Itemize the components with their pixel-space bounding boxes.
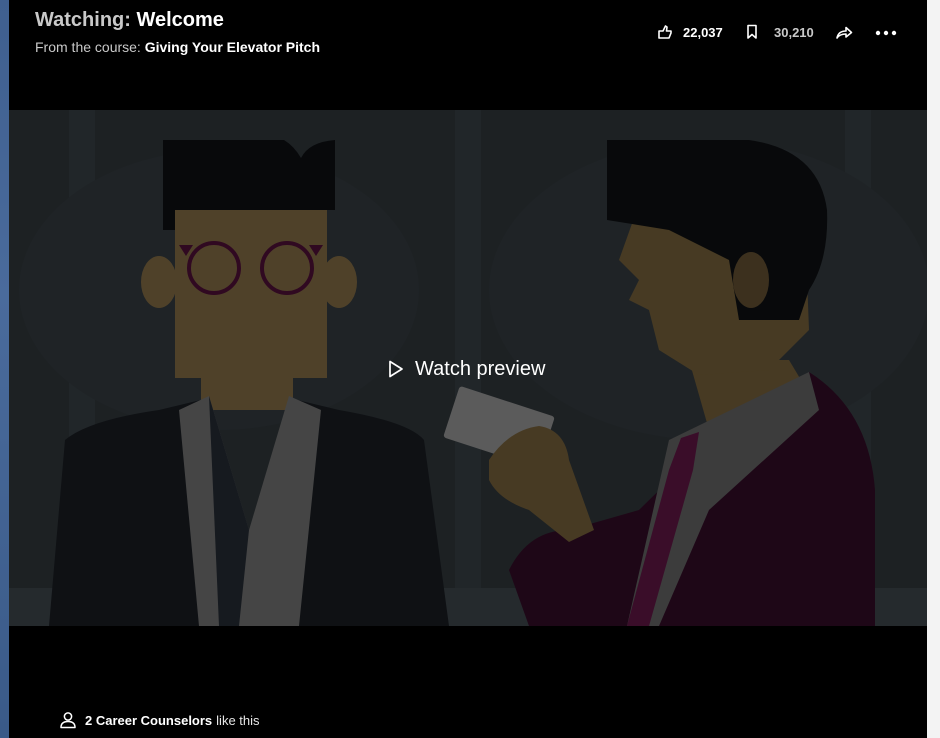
share-button[interactable] (835, 22, 853, 42)
social-proof: 2 Career Counselors like this (59, 711, 260, 729)
more-icon (875, 30, 897, 36)
share-icon (836, 26, 853, 39)
course-subtitle: From the course: Giving Your Elevator Pi… (35, 39, 320, 55)
person-icon (60, 712, 76, 729)
save-button[interactable] (745, 22, 759, 42)
saves-counter: 30,210 (764, 22, 814, 42)
saves-count: 30,210 (774, 24, 814, 40)
watch-preview-button[interactable]: Watch preview (387, 354, 545, 384)
thumbs-up-icon (658, 25, 672, 39)
more-options-button[interactable] (875, 22, 897, 42)
course-prefix: From the course: (35, 39, 141, 55)
play-icon (389, 360, 403, 378)
video-player[interactable]: Watch preview (9, 110, 927, 626)
page-title: Watching: Welcome (35, 9, 224, 32)
browser-edge-left (0, 0, 9, 738)
liked-by-link[interactable]: 2 Career Counselors (85, 713, 212, 728)
watch-preview-label: Watch preview (415, 357, 546, 380)
likes-count: 22,037 (683, 24, 723, 40)
video-title: Welcome (136, 9, 224, 31)
watching-prefix: Watching: (35, 9, 131, 31)
liked-suffix: like this (216, 712, 260, 728)
video-panel: Watching: Welcome From the course: Givin… (9, 0, 927, 738)
browser-edge-right (927, 0, 940, 738)
like-button[interactable]: 22,037 (657, 22, 723, 42)
course-title-link[interactable]: Giving Your Elevator Pitch (145, 39, 320, 55)
bookmark-icon (747, 24, 757, 39)
